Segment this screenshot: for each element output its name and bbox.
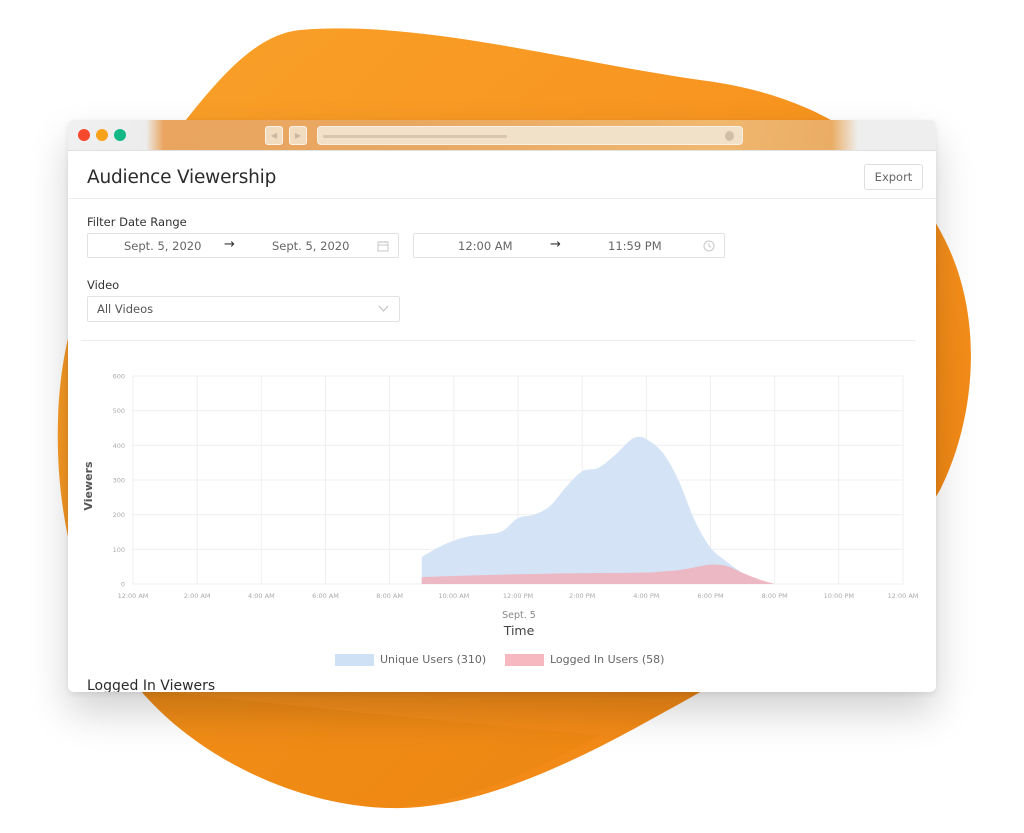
y-axis-label: Viewers (82, 461, 95, 511)
legend-label-unique: Unique Users (310) (380, 653, 487, 666)
x-tick-label: 6:00 PM (697, 592, 723, 600)
x-tick-label: 12:00 AM (888, 592, 919, 600)
y-tick-label: 500 (113, 407, 125, 415)
area-unique-users (421, 436, 775, 584)
y-tick-label: 200 (113, 511, 125, 519)
y-tick-label: 600 (113, 373, 125, 381)
window-titlebar: ◀ ▶ (68, 120, 936, 151)
reload-icon[interactable] (725, 131, 734, 141)
maximize-window-button[interactable] (114, 129, 126, 141)
x-tick-label: 4:00 PM (633, 592, 659, 600)
x-tick-label: 12:00 AM (118, 592, 149, 600)
forward-button[interactable]: ▶ (289, 126, 307, 145)
x-tick-label: 6:00 AM (312, 592, 339, 600)
x-axis-label: Time (503, 623, 535, 638)
viewership-chart: 0 100 200 300 400 500 600 12:00 AM 2:00 AM 4:00 … (82, 373, 919, 639)
y-tick-label: 0 (121, 581, 125, 589)
x-tick-label: 4:00 AM (248, 592, 275, 600)
back-arrow-icon: ◀ (270, 131, 278, 140)
x-tick-label: 12:00 PM (503, 592, 533, 600)
legend-label-logged: Logged In Users (58) (550, 653, 665, 666)
legend-swatch-unique (335, 654, 374, 666)
x-tick-label: 2:00 PM (569, 592, 595, 600)
y-tick-label: 400 (113, 442, 125, 450)
minimize-window-button[interactable] (96, 129, 108, 141)
x-tick-label: 10:00 AM (438, 592, 469, 600)
back-button[interactable]: ◀ (265, 126, 283, 145)
x-tick-label: 2:00 AM (184, 592, 211, 600)
logged-in-viewers-heading: Logged In Viewers (87, 678, 216, 692)
legend-swatch-logged (505, 654, 544, 666)
forward-arrow-icon: ▶ (294, 131, 302, 140)
close-window-button[interactable] (78, 129, 90, 141)
x-axis-sublabel: Sept. 5 (502, 610, 536, 621)
url-placeholder-bar (323, 135, 507, 138)
page-content: Audience Viewership Export Filter Date R… (68, 151, 936, 692)
x-tick-label: 8:00 AM (376, 592, 403, 600)
x-tick-label: 8:00 PM (762, 592, 788, 600)
address-bar[interactable] (317, 126, 743, 145)
x-tick-label: 10:00 PM (824, 592, 854, 600)
y-tick-label: 300 (113, 477, 125, 485)
y-tick-label: 100 (113, 546, 125, 554)
browser-window: ◀ ▶ Audience Viewership Export Filter Da… (68, 120, 936, 692)
